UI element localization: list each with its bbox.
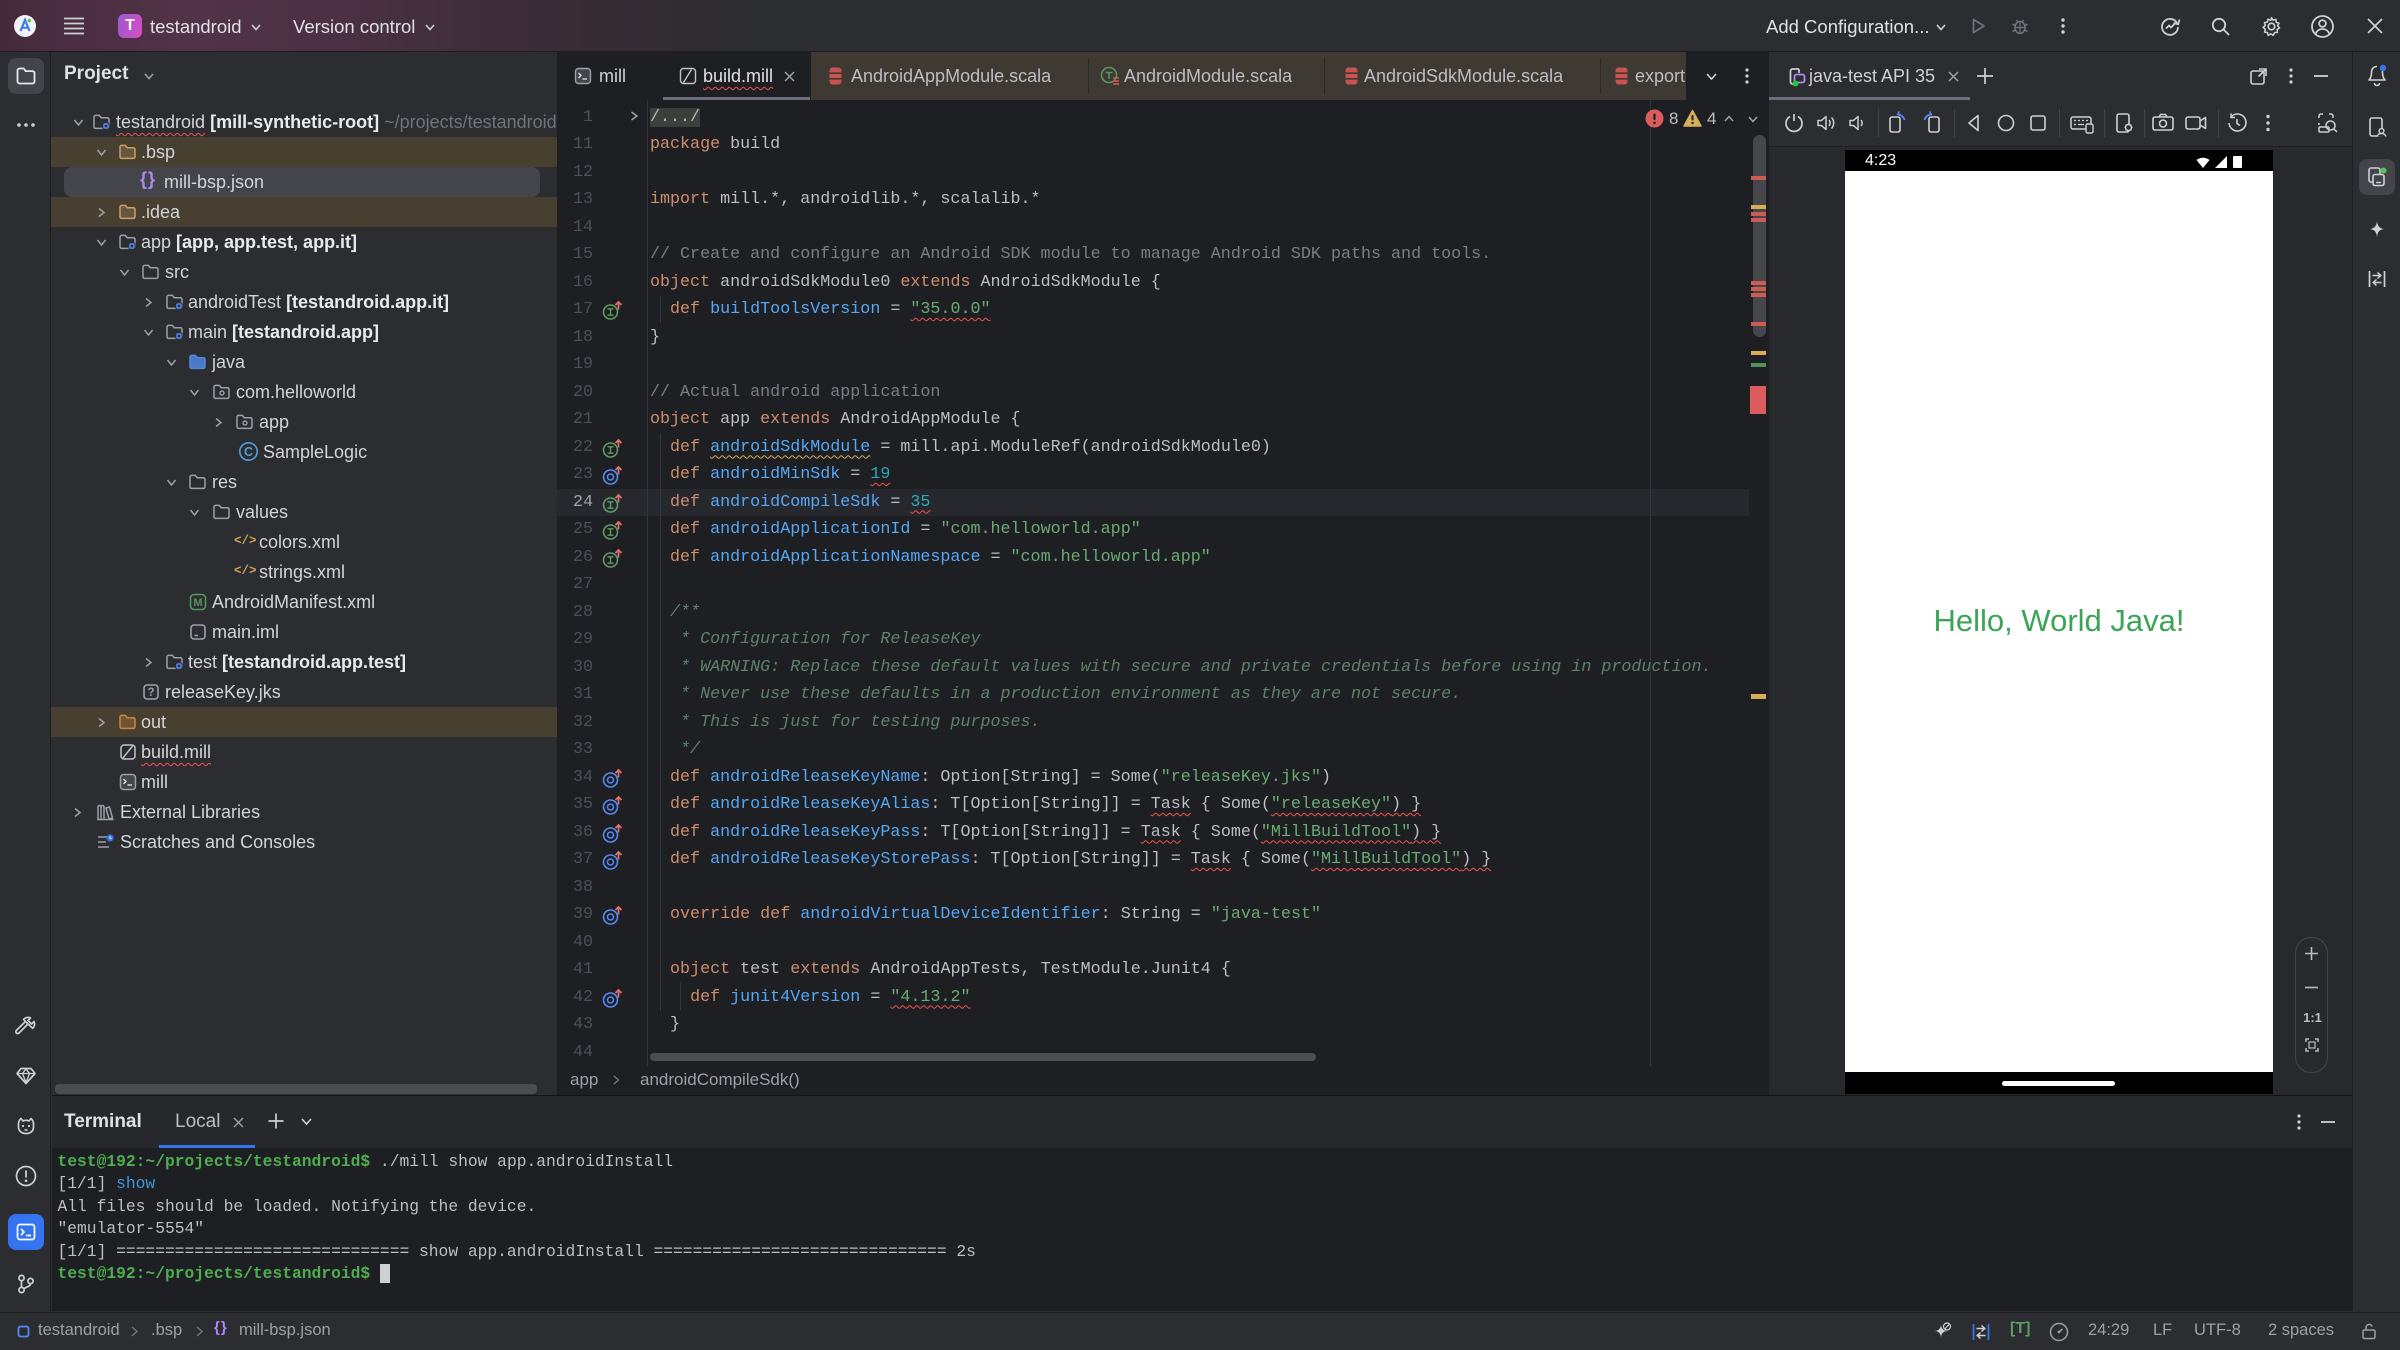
svg-text:C: C [244, 445, 253, 459]
svg-text:?: ? [147, 687, 154, 699]
svg-text:M: M [193, 597, 202, 609]
